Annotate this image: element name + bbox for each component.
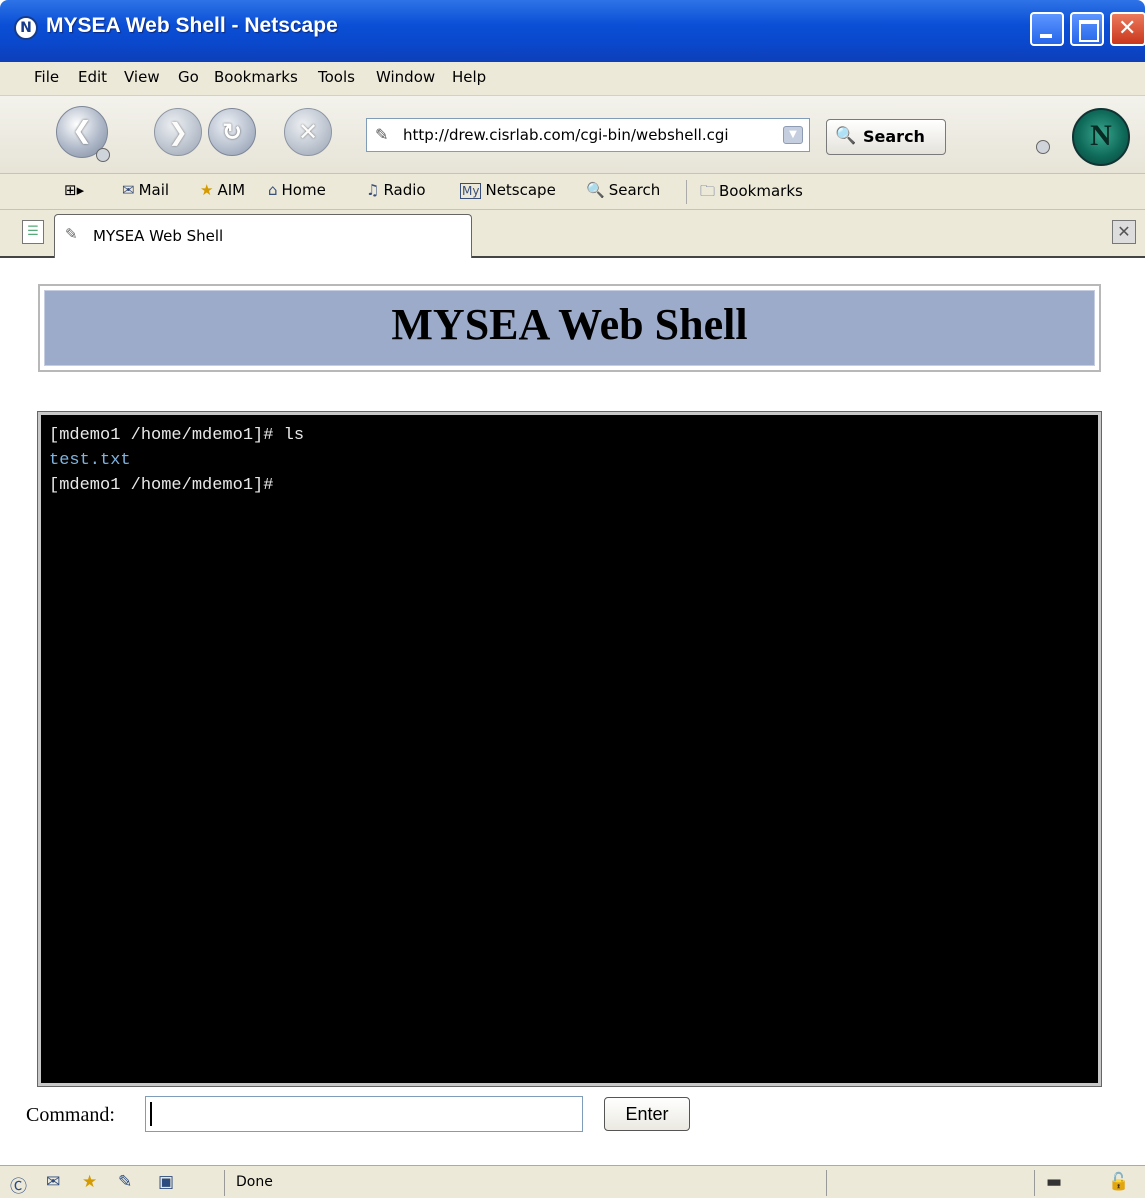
netscape-app-icon: N — [14, 16, 38, 40]
reload-icon[interactable]: ↻ — [208, 108, 256, 156]
online-connection-icon[interactable]: ▬ — [1046, 1172, 1062, 1192]
command-label: Command: — [26, 1104, 115, 1126]
home-link[interactable]: ⌂ Home — [268, 181, 326, 199]
security-lock-icon[interactable]: 🔓 — [1108, 1172, 1129, 1192]
mail-link[interactable]: ✉ Mail — [122, 181, 169, 199]
mail-label: Mail — [138, 181, 170, 199]
search-link[interactable]: 🔍 Search — [586, 181, 660, 199]
aim-link[interactable]: ★ AIM — [200, 181, 245, 199]
radio-label: Radio — [383, 181, 426, 199]
radio-icon: ♫ — [366, 181, 380, 199]
status-panel — [826, 1170, 827, 1196]
url-bar[interactable]: ✎ http://drew.cisrlab.com/cgi-bin/webshe… — [366, 118, 810, 152]
tab-toggle-icon[interactable]: ⊞▸ — [64, 181, 84, 199]
print-dropdown-icon[interactable] — [1036, 140, 1050, 154]
enter-button[interactable]: Enter — [604, 1097, 690, 1131]
stop-icon[interactable]: ✕ — [284, 108, 332, 156]
url-text[interactable]: http://drew.cisrlab.com/cgi-bin/webshell… — [403, 126, 729, 144]
window-title: MYSEA Web Shell - Netscape — [46, 14, 338, 37]
back-dropdown-icon[interactable] — [96, 148, 110, 162]
home-icon: ⌂ — [268, 181, 278, 199]
status-panel — [1034, 1170, 1035, 1196]
page-content: MYSEA Web Shell [mdemo1 /home/mdemo1]# l… — [0, 258, 1145, 1165]
personal-toolbar: ⊞▸ ✉ Mail ★ AIM ⌂ Home ♫ Radio My Netscape 🔍 S… — [0, 174, 1145, 210]
tab-bar: ☰ ✎ MYSEA Web Shell ✕ — [0, 210, 1145, 258]
folder-icon: 🗀 — [700, 182, 716, 200]
mail-icon: ✉ — [122, 181, 135, 199]
forward-arrow-icon[interactable]: ❯ — [154, 108, 202, 156]
terminal-line: [mdemo1 /home/mdemo1]# — [49, 476, 274, 495]
menu-file[interactable]: File — [34, 68, 59, 86]
new-tab-icon[interactable]: ☰ — [22, 220, 44, 244]
menu-edit[interactable]: Edit — [78, 68, 107, 86]
composer-status-icon[interactable]: ✎ — [118, 1172, 132, 1192]
terminal-output: [mdemo1 /home/mdemo1]# ls test.txt [mdem… — [37, 411, 1102, 1087]
close-window-button[interactable] — [1110, 12, 1145, 46]
home-label: Home — [281, 181, 326, 199]
menu-window[interactable]: Window — [376, 68, 435, 86]
menu-help[interactable]: Help — [452, 68, 486, 86]
mail-status-icon[interactable]: ✉ — [46, 1172, 60, 1192]
status-separator — [224, 1170, 225, 1196]
tab-mysea-web-shell[interactable]: ✎ MYSEA Web Shell — [54, 214, 472, 258]
bookmarks-folder[interactable]: 🗀 Bookmarks — [700, 181, 803, 206]
status-text: Done — [236, 1174, 273, 1190]
command-input[interactable] — [145, 1096, 583, 1132]
menu-bar: File Edit View Go Bookmarks Tools Window… — [0, 62, 1145, 96]
status-bar: Ⓒ ✉ ★ ✎ ▣ Done ▬ 🔓 — [0, 1165, 1145, 1198]
menu-bookmarks[interactable]: Bookmarks — [214, 68, 298, 86]
banner-background: MYSEA Web Shell — [44, 290, 1095, 366]
search-label: Search — [608, 181, 661, 199]
netscape-status-icon[interactable]: Ⓒ — [10, 1172, 27, 1197]
my-netscape-link[interactable]: My Netscape — [460, 181, 556, 199]
toolbar-separator — [686, 180, 687, 204]
terminal-line: test.txt — [49, 451, 131, 470]
text-caret — [150, 1102, 152, 1126]
window-title-bar: N MYSEA Web Shell - Netscape — [0, 0, 1145, 62]
my-netscape-icon: My — [460, 183, 482, 199]
search-button-label: Search — [863, 127, 925, 146]
tab-label: MYSEA Web Shell — [93, 227, 224, 245]
netscape-label: Netscape — [485, 181, 556, 199]
search-link-icon: 🔍 — [586, 181, 605, 199]
menu-view[interactable]: View — [124, 68, 160, 86]
bookmarks-label: Bookmarks — [719, 182, 803, 200]
page-title: MYSEA Web Shell — [391, 300, 748, 349]
page-icon: ✎ — [65, 225, 78, 243]
search-button[interactable]: 🔍 Search — [826, 119, 946, 155]
menu-go[interactable]: Go — [178, 68, 199, 86]
page-banner: MYSEA Web Shell — [38, 284, 1101, 372]
maximize-button[interactable] — [1070, 12, 1104, 46]
search-icon: 🔍 — [835, 126, 857, 146]
aim-status-icon[interactable]: ★ — [82, 1172, 97, 1192]
close-tab-icon[interactable]: ✕ — [1112, 220, 1136, 244]
aim-label: AIM — [217, 181, 246, 199]
menu-tools[interactable]: Tools — [318, 68, 355, 86]
page-icon: ✎ — [375, 125, 389, 144]
minimize-button[interactable] — [1030, 12, 1064, 46]
radio-link[interactable]: ♫ Radio — [366, 181, 426, 199]
aim-icon: ★ — [200, 181, 214, 199]
address-book-status-icon[interactable]: ▣ — [158, 1172, 174, 1192]
url-dropdown-icon[interactable]: ▼ — [783, 126, 803, 144]
netscape-logo-icon[interactable]: N — [1072, 108, 1130, 166]
terminal-line: [mdemo1 /home/mdemo1]# ls — [49, 426, 305, 445]
